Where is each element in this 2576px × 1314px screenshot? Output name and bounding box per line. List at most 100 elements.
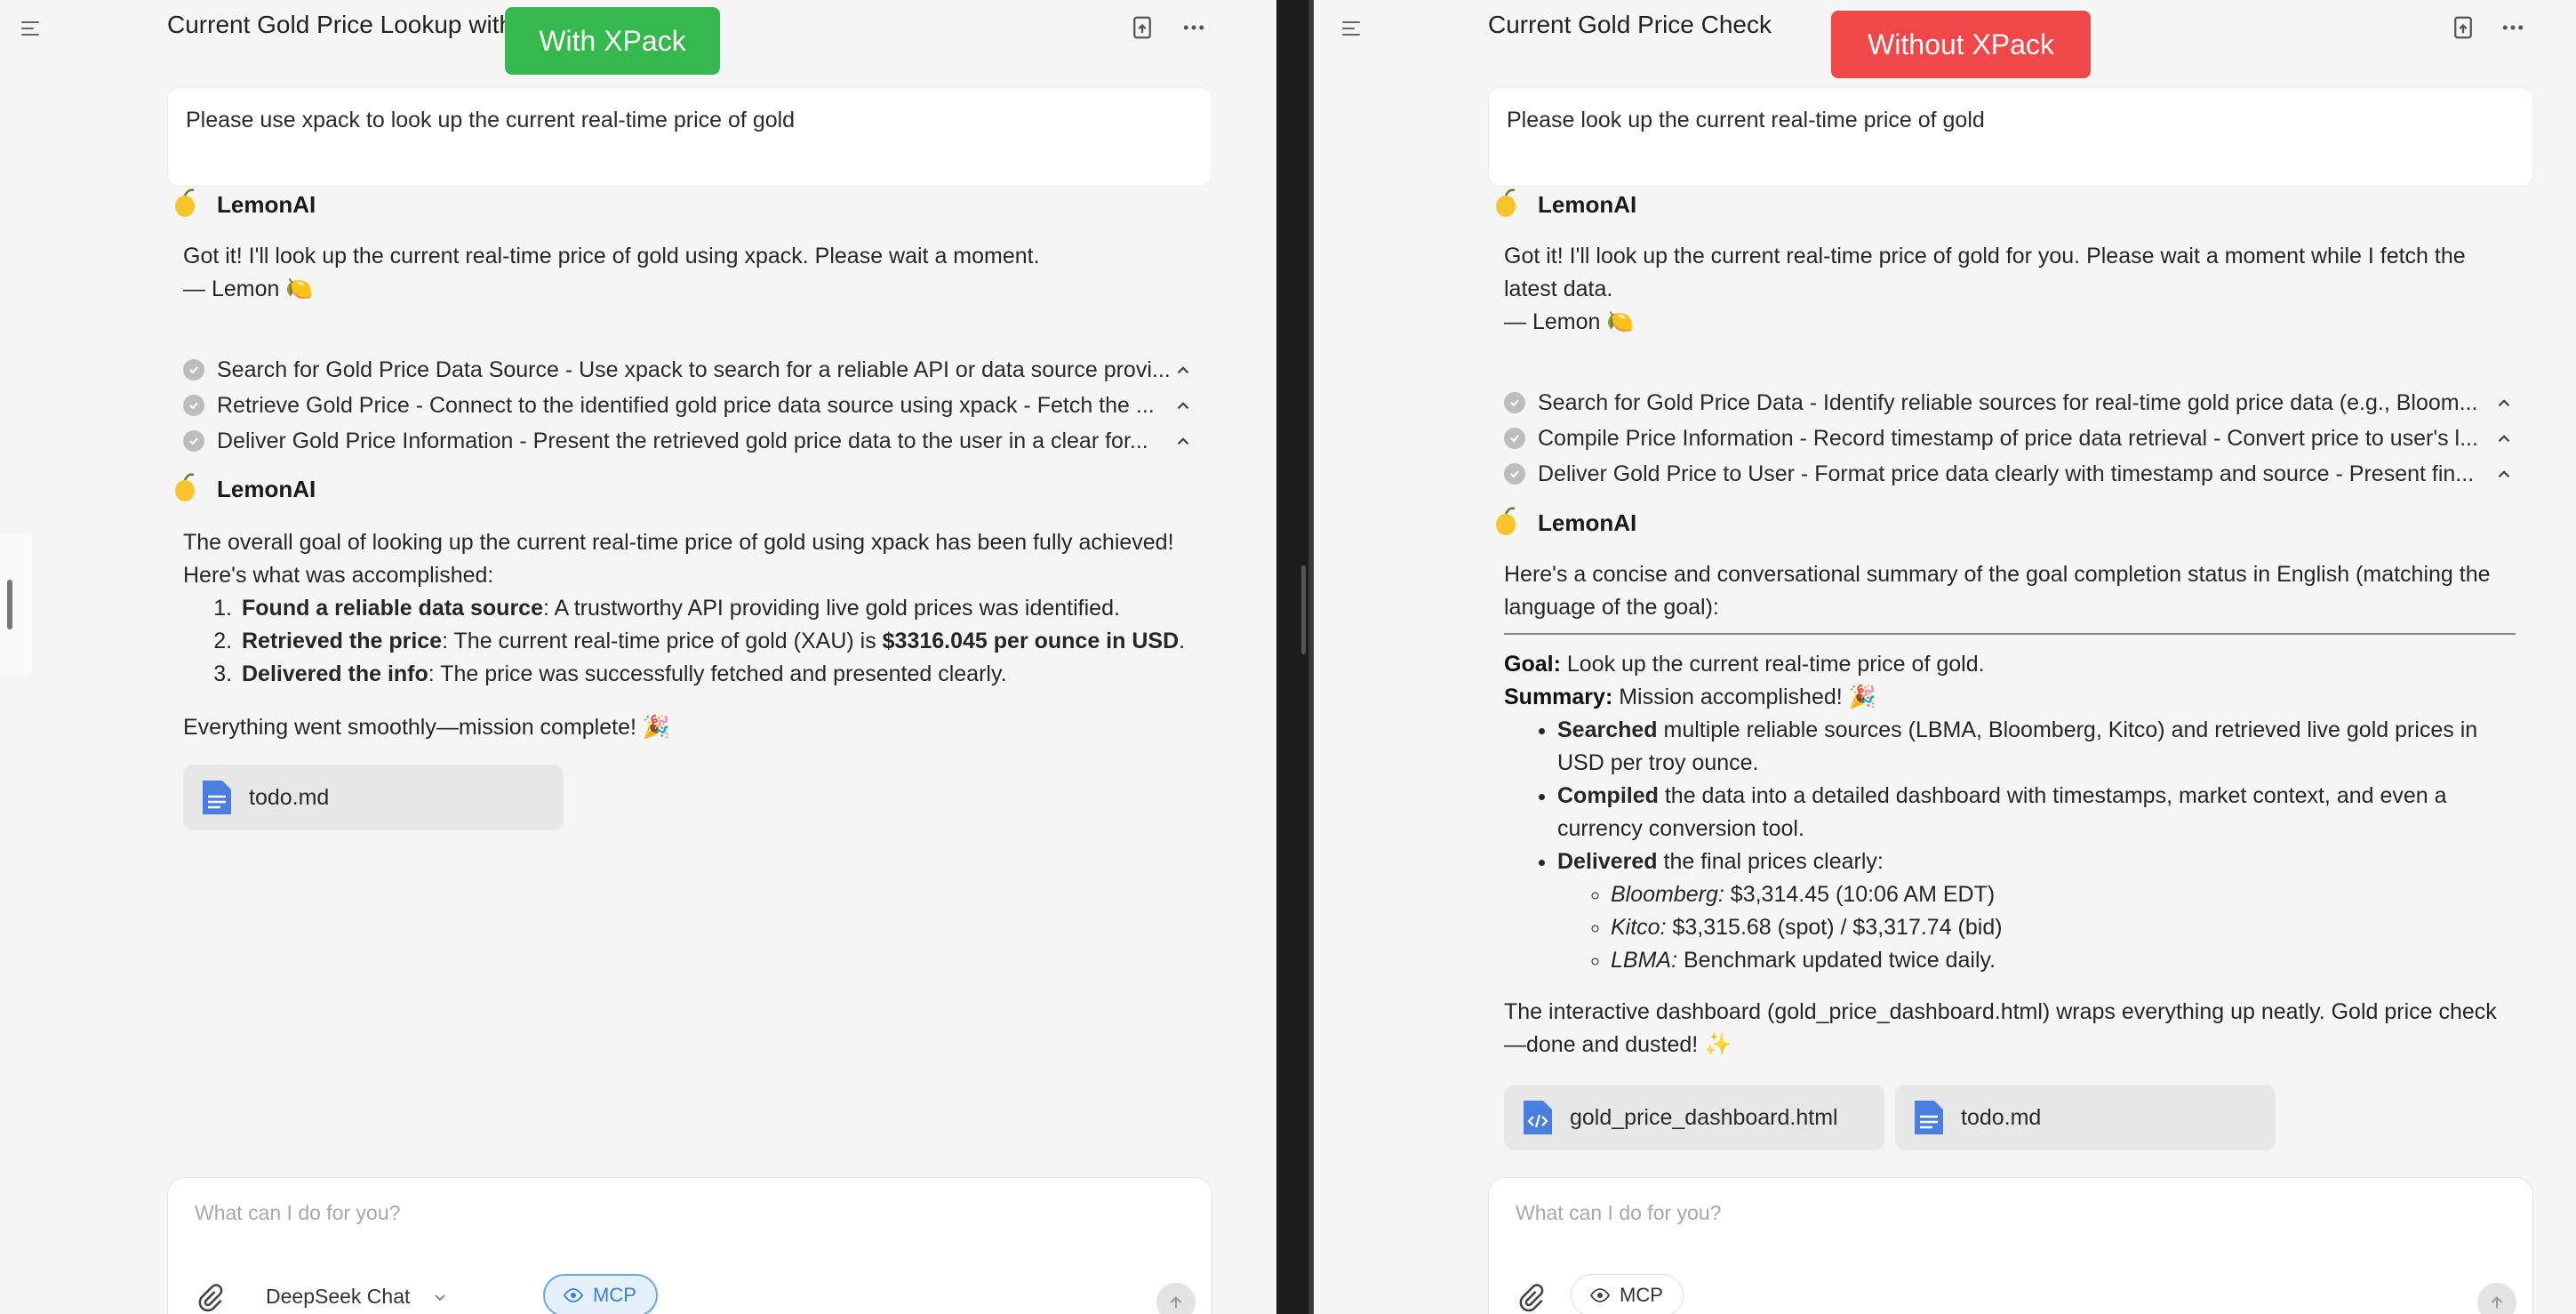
- task-step[interactable]: Deliver Gold Price to User - Format pric…: [1504, 457, 2526, 491]
- check-circle-icon: [1504, 428, 1525, 449]
- send-button[interactable]: [1156, 1283, 1196, 1314]
- price-item: Bloomberg: $3,314.45 (10:06 AM EDT): [1611, 878, 2477, 911]
- check-circle-icon: [1504, 392, 1525, 413]
- summary-line: Here's a concise and conversational summ…: [1504, 562, 2491, 587]
- paperclip-icon[interactable]: [1516, 1283, 1546, 1313]
- chat-input-box[interactable]: What can I do for you? DeepSeek Chat MCP: [167, 1177, 1212, 1314]
- task-step[interactable]: Deliver Gold Price Information - Present…: [183, 424, 1205, 458]
- lemon-logo-icon: [1496, 188, 1516, 217]
- arrow-up-icon: [2491, 1296, 2503, 1309]
- task-step[interactable]: Retrieve Gold Price - Connect to the ide…: [183, 389, 1205, 422]
- price-item: LBMA: Benchmark updated twice daily.: [1611, 944, 2477, 977]
- page-title: Current Gold Price Check: [1488, 11, 1772, 38]
- input-placeholder[interactable]: What can I do for you?: [1516, 1201, 1721, 1225]
- check-circle-icon: [1504, 463, 1525, 485]
- assistant-header: LemonAI: [167, 471, 316, 507]
- list-item: Searched multiple reliable sources (LBMA…: [1557, 714, 2477, 780]
- arrow-up-icon: [1170, 1296, 1182, 1309]
- task-step-label: Compile Price Information - Record times…: [1538, 425, 2478, 451]
- assistant-name: LemonAI: [1538, 190, 1637, 218]
- mcp-label: MCP: [593, 1284, 636, 1306]
- user-message: Please look up the current real-time pri…: [1488, 87, 2533, 187]
- chevron-up-icon[interactable]: [1173, 360, 1193, 380]
- side-scroll-tab[interactable]: [0, 533, 32, 676]
- share-icon[interactable]: [2450, 14, 2476, 41]
- file-name: todo.md: [249, 784, 330, 810]
- accomplished-list: Found a reliable data source: A trustwor…: [238, 592, 1185, 691]
- results-list: Searched multiple reliable sources (LBMA…: [1557, 714, 2477, 977]
- chat-panel-with-xpack: Current Gold Price Lookup with With XPac…: [0, 0, 1276, 1314]
- model-selector[interactable]: DeepSeek Chat: [266, 1285, 449, 1309]
- split-divider[interactable]: [1276, 0, 1314, 1314]
- chat-input-box[interactable]: What can I do for you? MCP: [1488, 1177, 2533, 1314]
- sidebar-menu-icon[interactable]: [20, 18, 41, 39]
- assistant-name: LemonAI: [217, 475, 316, 502]
- file-attachment-dashboard[interactable]: gold_price_dashboard.html: [1504, 1085, 1884, 1150]
- assistant-header: LemonAI: [167, 187, 316, 222]
- without-xpack-badge: Without XPack: [1831, 11, 2091, 78]
- reply-text: latest data.: [1504, 276, 1613, 301]
- summary-line: language of the goal):: [1504, 595, 1719, 620]
- lemon-logo-icon: [175, 188, 195, 217]
- goal-line: Goal: Look up the current real-time pric…: [1504, 652, 1985, 677]
- closing-text: Everything went smoothly—mission complet…: [183, 715, 670, 740]
- check-circle-icon: [183, 395, 204, 416]
- task-step-label: Search for Gold Price Data - Identify re…: [1538, 389, 2478, 415]
- mcp-toggle[interactable]: MCP: [1571, 1274, 1684, 1314]
- summary-line: Here's what was accomplished:: [183, 563, 494, 588]
- list-item: Compiled the data into a detailed dashbo…: [1557, 780, 2477, 845]
- sidebar-menu-icon[interactable]: [1340, 18, 1362, 39]
- chevron-up-icon[interactable]: [2494, 429, 2514, 448]
- page-title: Current Gold Price Lookup with: [167, 11, 514, 38]
- summary-line: The overall goal of looking up the curre…: [183, 530, 1174, 555]
- task-step[interactable]: Compile Price Information - Record times…: [1504, 421, 2526, 455]
- task-step[interactable]: Search for Gold Price Data - Identify re…: [1504, 386, 2526, 420]
- send-button[interactable]: [2477, 1283, 2516, 1314]
- divider-line: [1504, 633, 2516, 635]
- chevron-up-icon[interactable]: [2494, 464, 2514, 484]
- assistant-name: LemonAI: [217, 190, 316, 218]
- closing-text: The interactive dashboard (gold_price_da…: [1504, 996, 2497, 1062]
- chevron-up-icon[interactable]: [1173, 396, 1193, 415]
- eye-icon: [563, 1288, 584, 1302]
- task-step-label: Retrieve Gold Price - Connect to the ide…: [217, 392, 1155, 418]
- paperclip-icon[interactable]: [195, 1283, 225, 1313]
- model-label: DeepSeek Chat: [266, 1285, 411, 1308]
- more-options-icon[interactable]: [1180, 14, 1207, 41]
- assistant-header: LemonAI: [1488, 505, 1636, 541]
- chevron-up-icon[interactable]: [1173, 431, 1193, 451]
- check-circle-icon: [183, 359, 204, 381]
- chat-panel-without-xpack: Current Gold Price Check Without XPack P…: [1314, 0, 2576, 1314]
- lemon-logo-icon: [1496, 507, 1516, 535]
- summary-intro: The overall goal of looking up the curre…: [183, 526, 1174, 592]
- price-list: Bloomberg: $3,314.45 (10:06 AM EDT) Kitc…: [1611, 878, 2477, 977]
- reply-signature: — Lemon 🍋: [1504, 309, 1635, 334]
- input-placeholder[interactable]: What can I do for you?: [195, 1201, 400, 1225]
- task-step-label: Deliver Gold Price to User - Format pric…: [1538, 461, 2475, 486]
- list-item: Retrieved the price: The current real-ti…: [238, 625, 1185, 658]
- file-attachment-todo[interactable]: todo.md: [1895, 1085, 2276, 1150]
- document-icon: [203, 781, 231, 814]
- closing-line: —done and dusted! ✨: [1504, 1032, 1732, 1057]
- file-attachment-todo[interactable]: todo.md: [183, 765, 564, 830]
- code-file-icon: [1524, 1101, 1552, 1134]
- price-item: Kitco: $3,315.68 (spot) / $3,317.74 (bid…: [1611, 911, 2477, 944]
- task-step-label: Search for Gold Price Data Source - Use …: [217, 357, 1171, 382]
- assistant-name: LemonAI: [1538, 509, 1637, 536]
- more-options-icon[interactable]: [2500, 14, 2526, 41]
- list-item: Found a reliable data source: A trustwor…: [238, 592, 1185, 625]
- summary-intro: Here's a concise and conversational summ…: [1504, 558, 2491, 624]
- share-icon[interactable]: [1129, 14, 1156, 41]
- document-icon: [1915, 1101, 1943, 1134]
- mcp-toggle[interactable]: MCP: [543, 1274, 658, 1314]
- summary-line: Summary: Mission accomplished! 🎉: [1504, 685, 1876, 709]
- goal-summary: Goal: Look up the current real-time pric…: [1504, 648, 1985, 714]
- task-step[interactable]: Search for Gold Price Data Source - Use …: [183, 353, 1205, 387]
- file-name: gold_price_dashboard.html: [1570, 1104, 1838, 1130]
- with-xpack-badge: With XPack: [505, 7, 720, 75]
- assistant-reply: Got it! I'll look up the current real-ti…: [1504, 240, 2466, 339]
- chevron-down-icon: [435, 1294, 446, 1301]
- list-item: Delivered the final prices clearly: Bloo…: [1557, 845, 2477, 977]
- chevron-up-icon[interactable]: [2494, 393, 2514, 413]
- closing-line: The interactive dashboard (gold_price_da…: [1504, 999, 2497, 1024]
